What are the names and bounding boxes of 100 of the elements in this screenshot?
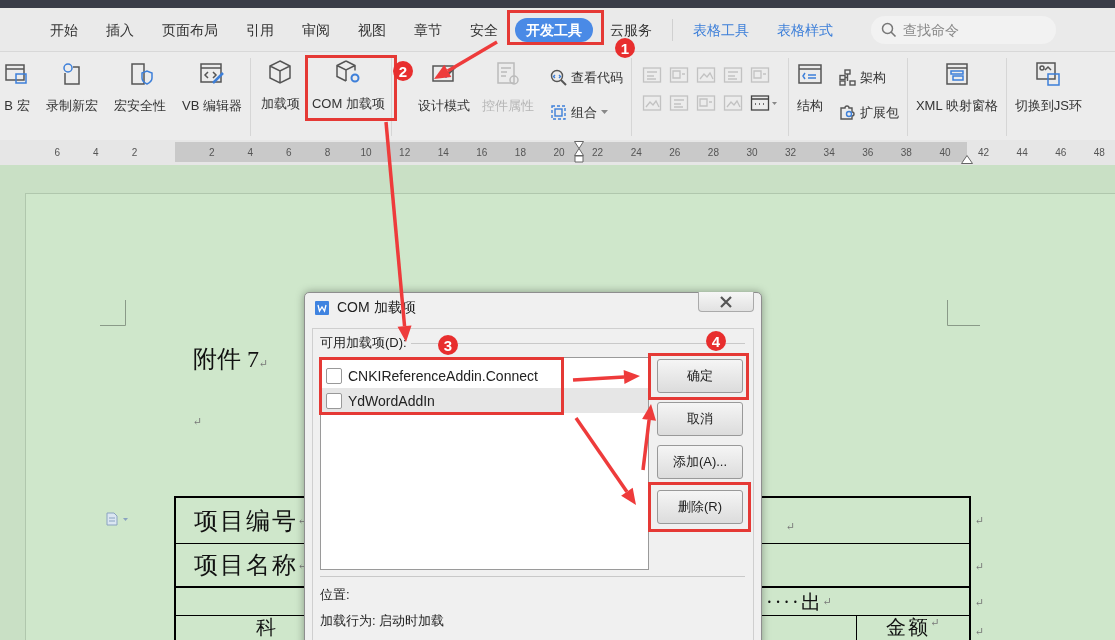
ruler-number: 30 [745, 147, 759, 158]
paragraph-mark: ↵ [193, 414, 203, 428]
ruler-number: 4 [92, 147, 100, 158]
form-control-icon[interactable] [722, 94, 743, 112]
ruler-number: 18 [513, 147, 527, 158]
paragraph-mark: ↵ [930, 616, 940, 629]
ribbon-button[interactable]: COM 加载项 [305, 58, 391, 114]
ribbon-tab[interactable]: 章节 [414, 17, 442, 42]
ruler-number: 28 [706, 147, 720, 158]
ribbon-button[interactable]: 录制新宏 [38, 58, 106, 116]
table-cell-text: 金额 [886, 616, 931, 638]
ribbon-tab[interactable]: 页面布局 [162, 17, 218, 42]
ruler-number: 42 [977, 147, 991, 158]
ribbon-button[interactable]: XML 映射窗格 [907, 58, 1006, 116]
ribbon-button[interactable]: 切换到JS环 [1006, 58, 1090, 116]
ruler-number: 46 [1054, 147, 1068, 158]
ruler-number: 12 [398, 147, 412, 158]
panel-icon [943, 61, 970, 87]
ribbon-tab[interactable]: 安全 [470, 17, 498, 42]
form-control-icon[interactable] [722, 66, 743, 84]
ruler-number: 6 [285, 147, 293, 158]
form-control-icon[interactable] [641, 94, 662, 112]
ribbon-button[interactable]: 扩展包 [838, 103, 899, 122]
form-control-icon[interactable] [668, 66, 689, 84]
location-label: 位置: [320, 587, 350, 603]
ribbon-tab[interactable]: 视图 [358, 17, 386, 42]
ribbon-button[interactable]: 查看代码 [549, 68, 623, 87]
checkbox[interactable] [326, 367, 342, 384]
ribbon-button[interactable]: B 宏 [0, 58, 38, 116]
ribbon-button[interactable]: 结构 [788, 58, 831, 116]
ruler-number: 32 [784, 147, 798, 158]
ruler-number: 16 [475, 147, 489, 158]
form-control-icon[interactable] [668, 94, 689, 112]
ribbon-button[interactable]: 宏安全性 [106, 58, 174, 116]
arrow [434, 40, 498, 79]
paragraph-mark: ↵ [822, 595, 832, 608]
load-behavior-text: 加载行为: 启动时加载 [320, 613, 445, 629]
ribbon-button[interactable]: VB 编辑器 [174, 58, 250, 116]
ruler-number: 36 [861, 147, 875, 158]
form-control-icon[interactable] [749, 66, 770, 84]
ruler-number: 20 [552, 147, 566, 158]
crop-mark [947, 300, 980, 326]
ruler-number: 4 [246, 147, 255, 158]
row-end-mark: ↵ [975, 624, 985, 638]
form-control-icon[interactable] [695, 94, 716, 112]
ruler-number: 24 [629, 147, 643, 158]
ribbon-button[interactable]: 加载项 [254, 58, 306, 114]
indent-marker-icon[interactable] [574, 141, 584, 163]
ribbon-tab[interactable]: 引用 [246, 17, 274, 42]
ruler-number: 44 [1015, 147, 1029, 158]
row-end-mark: ↵ [975, 595, 985, 609]
ruler-number: 14 [436, 147, 450, 158]
ribbon-button[interactable]: 组合 [549, 103, 623, 122]
ruler-number: 22 [591, 147, 605, 158]
script-window-icon [1035, 61, 1062, 87]
paragraph-mark: ↵ [786, 520, 796, 533]
table-cell-text: ····出 [766, 589, 823, 615]
close-icon [719, 295, 733, 308]
list-window-icon [796, 61, 823, 87]
addin-list[interactable]: CNKIReferenceAddin.Connect YdWordAddIn [320, 357, 649, 570]
ruler-number: 8 [323, 147, 332, 158]
puzzle-icon [838, 104, 856, 121]
ruler-number: 40 [938, 147, 952, 158]
form-gear-icon [494, 61, 521, 87]
arrow [572, 369, 640, 384]
checkbox[interactable] [326, 392, 342, 409]
close-button[interactable] [698, 292, 754, 312]
window-icon [4, 61, 30, 87]
step-number: 1 [615, 38, 635, 58]
ribbon-button[interactable]: 架构 [838, 68, 899, 87]
table-cell-text: 项目名称 [194, 551, 298, 579]
dialog-button[interactable]: 添加(A)... [657, 445, 743, 479]
search-icon [881, 21, 897, 38]
heading: 附件 7↵ [193, 345, 269, 374]
dialog-button[interactable]: 确定 [657, 359, 743, 393]
ruler-number: 2 [130, 147, 139, 158]
ruler-number: 6 [53, 147, 62, 158]
app-logo-icon [315, 301, 329, 315]
ribbon-tab[interactable]: 插入 [106, 17, 134, 42]
magnifier-icon [549, 69, 567, 86]
frame-dropdown-icon[interactable] [749, 94, 778, 112]
group-icon [549, 104, 567, 121]
ruler-number: 2 [207, 147, 216, 158]
ruler-number: 38 [899, 147, 913, 158]
form-control-icon[interactable] [695, 66, 716, 84]
dialog-button[interactable]: 取消 [657, 402, 743, 436]
list-item[interactable]: YdWordAddIn [326, 389, 435, 412]
ruler-number: 34 [822, 147, 836, 158]
hierarchy-icon [838, 69, 856, 86]
ruler-number: 26 [668, 147, 682, 158]
list-label: 可用加载项(D): [320, 334, 407, 352]
document-icon[interactable] [106, 512, 130, 526]
ribbon-tab[interactable]: 开始 [50, 17, 78, 42]
list-item[interactable]: CNKIReferenceAddin.Connect [326, 364, 538, 387]
ribbon-tab[interactable]: 审阅 [302, 17, 330, 42]
search-field[interactable]: 查找命令 [901, 20, 1045, 39]
search-box[interactable]: 查找命令 [871, 15, 1056, 44]
cube-gear-icon [335, 59, 362, 85]
crop-mark [100, 300, 126, 326]
dialog-button[interactable]: 删除(R) [657, 490, 743, 524]
